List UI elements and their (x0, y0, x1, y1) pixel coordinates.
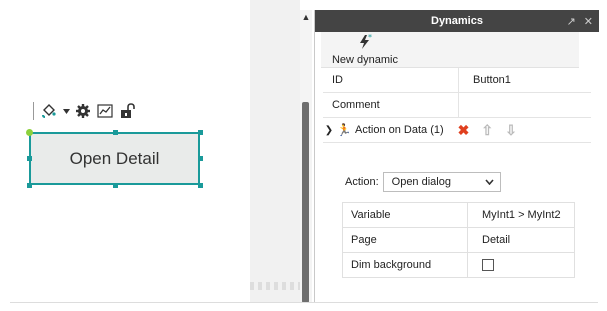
paint-bucket-icon[interactable] (40, 102, 58, 120)
bottom-border (10, 302, 598, 303)
action-item-label: Action on Data (1) (355, 124, 444, 136)
chart-icon[interactable] (96, 102, 114, 120)
ruler-marks (250, 282, 300, 290)
action-item[interactable]: ❯ 🏃 Action on Data (1) ✖ ⇧ ⇩ (323, 118, 591, 143)
resize-handle-bottom-right[interactable] (198, 183, 203, 188)
delete-icon[interactable]: ✖ (458, 122, 470, 139)
gear-icon[interactable] (74, 102, 92, 120)
action-select-value: Open dialog (391, 176, 451, 188)
property-key: ID (323, 68, 459, 93)
close-icon[interactable]: ✕ (584, 15, 593, 28)
run-icon: 🏃 (336, 123, 352, 137)
resize-handle-bottom[interactable] (113, 183, 118, 188)
resize-handle-top-right[interactable] (198, 130, 203, 135)
param-value (467, 252, 575, 278)
new-dynamic-label: New dynamic (331, 54, 399, 66)
chevron-down-icon (485, 179, 494, 185)
property-row-comment: Comment (323, 92, 591, 118)
param-row-variable: Variable MyInt1 > MyInt2 (342, 202, 575, 228)
canvas-gutter (250, 0, 300, 303)
panel-ribbon: * New dynamic (321, 32, 579, 68)
scrollbar-thumb[interactable] (302, 102, 309, 303)
property-value[interactable]: Button1 (458, 68, 591, 93)
resize-handle-right[interactable] (198, 156, 203, 161)
widget-toolbar (33, 101, 136, 121)
param-key: Page (342, 227, 468, 253)
properties-table: ID Button1 Comment (323, 68, 591, 118)
popout-icon[interactable]: ↗ (567, 15, 576, 28)
action-params-table: Variable MyInt1 > MyInt2 Page Detail Dim… (342, 202, 575, 278)
rotate-handle[interactable] (26, 129, 33, 136)
param-value[interactable]: MyInt1 > MyInt2 (467, 202, 575, 228)
widget-label: Open Detail (69, 148, 160, 168)
open-detail-button[interactable]: Open Detail (29, 132, 200, 185)
action-label: Action: (345, 176, 379, 188)
property-key: Comment (323, 92, 459, 118)
param-row-dim-background: Dim background (342, 252, 575, 278)
action-select[interactable]: Open dialog (382, 172, 501, 192)
caret-down-icon[interactable] (62, 102, 70, 120)
panel-title: Dynamics (431, 15, 483, 27)
dynamics-panel: Dynamics ↗ ✕ * New dynamic ID Button1 Co… (314, 10, 599, 303)
new-dynamic-button[interactable]: * New dynamic (327, 33, 403, 66)
action-field: Action: Open dialog (345, 172, 501, 192)
panel-header: Dynamics ↗ ✕ (315, 10, 599, 32)
dim-background-checkbox[interactable] (482, 259, 494, 272)
unlock-icon[interactable] (118, 102, 136, 120)
toolbar-divider (33, 102, 34, 120)
resize-handle-left[interactable] (27, 156, 32, 161)
property-value[interactable] (458, 92, 591, 118)
vertical-scrollbar[interactable]: ▲ (300, 10, 312, 303)
param-value[interactable]: Detail (467, 227, 575, 253)
resize-handle-top[interactable] (113, 130, 118, 135)
arrow-down-icon[interactable]: ⇩ (505, 122, 517, 139)
resize-handle-bottom-left[interactable] (27, 183, 32, 188)
param-key: Dim background (342, 252, 468, 278)
param-row-page: Page Detail (342, 227, 575, 253)
arrow-up-icon[interactable]: ⇧ (481, 122, 493, 139)
scroll-up-icon[interactable]: ▲ (301, 12, 311, 22)
property-row-id: ID Button1 (323, 68, 591, 93)
chevron-down-icon[interactable]: ❯ (323, 125, 335, 136)
param-key: Variable (342, 202, 468, 228)
lightning-icon: * (360, 33, 372, 49)
svg-text:*: * (368, 34, 372, 42)
design-canvas: Open Detail (0, 0, 250, 303)
